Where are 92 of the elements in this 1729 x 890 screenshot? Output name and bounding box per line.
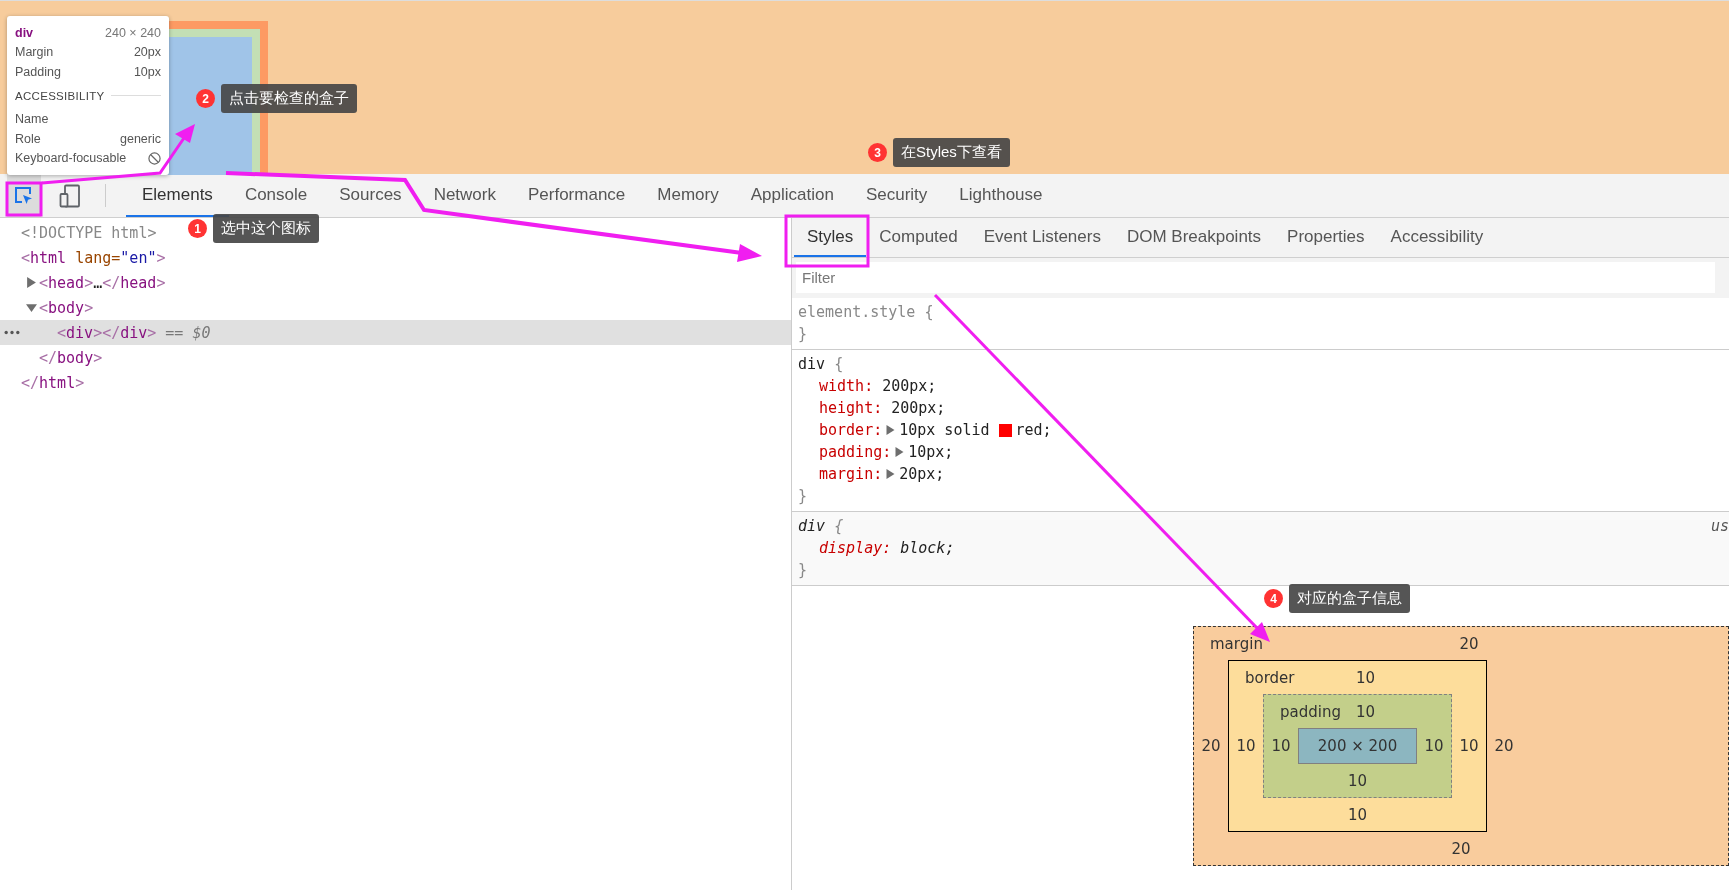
expand-triangle-icon[interactable] <box>886 425 896 435</box>
box-value: 10 <box>1423 737 1445 755</box>
box-value: 10 <box>1355 702 1376 721</box>
element-tag: div <box>15 25 34 40</box>
panel-tab[interactable]: Sources <box>323 174 418 217</box>
box-value: 20 <box>1459 634 1479 653</box>
property-value: 10px; <box>908 443 954 461</box>
panel-tab[interactable]: Memory <box>641 174 735 217</box>
tooltip-label: Name <box>15 112 49 127</box>
annotation-label: 对应的盒子信息 <box>1289 584 1410 613</box>
panel-tab[interactable]: Application <box>734 174 850 217</box>
box-value: 10 <box>1270 737 1292 755</box>
inspect-icon[interactable] <box>13 184 35 207</box>
tooltip-label: Role <box>15 131 41 146</box>
property-name: height: <box>819 399 883 417</box>
box-value: 10 <box>1355 668 1376 687</box>
panel-tab[interactable]: Performance <box>512 174 642 217</box>
property-value: 10px solid <box>899 421 990 439</box>
tag-line: <div></div> <box>57 323 157 342</box>
section-heading: ACCESSIBILITY <box>15 89 105 102</box>
annotation-label: 在Styles下查看 <box>893 138 1010 167</box>
box-label: padding <box>1280 702 1342 721</box>
closing-brace: } <box>798 487 808 505</box>
property-name: border: <box>819 421 883 439</box>
property-value: block; <box>900 539 955 557</box>
dom-node[interactable]: </body> <box>0 345 103 370</box>
css-selector: element.style { <box>798 303 934 321</box>
property-value: 200px; <box>891 399 946 417</box>
sidebar-tab[interactable]: Properties <box>1274 218 1378 257</box>
panel-tab[interactable]: Security <box>849 174 944 217</box>
tag-line: <html lang="en"> <box>21 248 166 267</box>
annotation-label: 点击要检查的盒子 <box>221 84 357 113</box>
panel-tab[interactable]: Lighthouse <box>943 174 1059 217</box>
box-label: border <box>1245 668 1296 687</box>
dom-node[interactable]: <!DOCTYPE html> <box>0 220 157 245</box>
tooltip-label: Padding <box>15 64 61 79</box>
devices-icon[interactable] <box>59 183 81 208</box>
expanded-triangle-icon[interactable] <box>26 302 37 313</box>
sidebar-tab[interactable]: Accessibility <box>1377 218 1497 257</box>
stylesheet-source[interactable]: us <box>1710 517 1729 535</box>
dom-node[interactable]: <div></div> == $0 <box>0 320 791 345</box>
css-selector: div { <box>798 517 844 535</box>
box-value: 20 <box>1200 737 1222 755</box>
step-badge: 1 <box>188 219 207 238</box>
tooltip-value: 20px <box>133 45 161 60</box>
selected-marker: == $0 <box>165 323 211 342</box>
panel-tab[interactable]: Console <box>228 174 324 217</box>
box-value: 10 <box>1235 737 1257 755</box>
dom-node[interactable]: <head>…</head> <box>0 270 166 295</box>
highlight-frame <box>5 181 43 217</box>
tooltip-label: Keyboard-focusable <box>15 151 127 166</box>
expand-triangle-icon[interactable] <box>886 469 896 479</box>
property-name: width: <box>819 377 874 395</box>
box-value: 10 <box>1458 737 1480 755</box>
tooltip-value: generic <box>120 131 161 146</box>
tag-line: </html> <box>21 373 85 392</box>
color-swatch[interactable] <box>998 423 1012 437</box>
sidebar-tab[interactable]: Computed <box>866 218 971 257</box>
tooltip-label: Margin <box>15 45 54 60</box>
dom-node[interactable]: <html lang="en"> <box>0 245 166 270</box>
annotation-label: 选中这个图标 <box>213 214 319 243</box>
more-icon[interactable] <box>3 330 21 335</box>
tag-line: <head>…</head> <box>39 273 166 292</box>
panel-tab[interactable]: Network <box>417 174 512 217</box>
dom-node[interactable]: <body> <box>0 295 94 320</box>
tag-line: <body> <box>39 298 94 317</box>
property-name: padding: <box>819 443 892 461</box>
expand-triangle-icon[interactable] <box>895 447 905 457</box>
css-selector: div { <box>798 355 844 373</box>
content-box: 200 × 200 <box>1298 728 1417 764</box>
filter-field[interactable]: Filter <box>796 262 1715 293</box>
collapsed-triangle-icon[interactable] <box>26 277 37 288</box>
box-value: 10 <box>1347 771 1368 790</box>
step-badge: 4 <box>1264 589 1283 608</box>
property-value: red; <box>1015 421 1052 439</box>
property-value: 20px; <box>899 465 945 483</box>
box-value: 20 <box>1451 839 1471 858</box>
property-value: 200px; <box>882 377 937 395</box>
doctype-line: <!DOCTYPE html> <box>21 223 157 242</box>
box-label: margin <box>1210 634 1264 653</box>
tooltip-value: 10px <box>133 64 161 79</box>
element-size: 240 × 240 <box>105 25 161 40</box>
sidebar-tab[interactable]: DOM Breakpoints <box>1113 218 1275 257</box>
dom-node[interactable]: </html> <box>0 370 85 395</box>
tag-line: </body> <box>39 348 103 367</box>
property-name: display: <box>819 539 892 557</box>
box-value: 10 <box>1347 805 1368 824</box>
closing-brace: } <box>798 561 808 579</box>
property-name: margin: <box>819 465 883 483</box>
closing-brace: } <box>798 325 808 343</box>
sidebar-tab[interactable]: Event Listeners <box>970 218 1114 257</box>
box-value: 20 <box>1493 737 1515 755</box>
